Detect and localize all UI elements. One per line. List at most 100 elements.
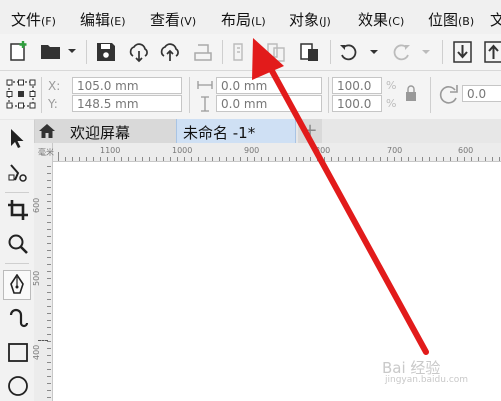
paste-icon[interactable] <box>298 41 322 63</box>
tab-untitled-document[interactable]: 未命名 -1* <box>176 119 296 143</box>
x-position-field[interactable]: 105.0 mm <box>72 77 182 94</box>
h-ruler-tick <box>205 157 206 161</box>
menu-layout[interactable]: 布局(L) <box>221 9 266 30</box>
v-ruler-tick <box>47 320 51 321</box>
v-ruler-tick <box>47 229 51 230</box>
import-icon[interactable] <box>452 40 474 64</box>
lock-ratio-icon[interactable] <box>404 84 418 104</box>
h-ruler-tick <box>303 157 304 161</box>
v-ruler-tick <box>47 236 51 237</box>
pick-tool-icon[interactable] <box>8 128 26 150</box>
crop-tool-icon[interactable] <box>7 199 29 221</box>
v-ruler-tick <box>47 397 51 398</box>
v-ruler-tick <box>47 215 51 216</box>
v-ruler-tick <box>47 278 51 279</box>
h-ruler-label: 900 <box>244 146 260 155</box>
shape-tool-icon[interactable] <box>7 162 29 184</box>
add-tab-button[interactable]: + <box>298 119 322 143</box>
redo-dropdown-icon[interactable] <box>421 47 431 57</box>
redo-icon[interactable] <box>390 41 412 63</box>
h-ruler-tick <box>191 157 192 161</box>
h-ruler-tick <box>135 157 136 161</box>
y-label: Y: <box>48 97 58 111</box>
h-ruler-tick <box>457 157 458 161</box>
tab-welcome-screen[interactable]: 欢迎屏幕 <box>34 119 176 143</box>
artistic-media-icon[interactable] <box>7 307 29 331</box>
menu-bar: 文件(F) 编辑(E) 查看(V) 布局(L) 对象(J) 效果(C) 位图(B… <box>0 0 501 35</box>
menu-edit[interactable]: 编辑(E) <box>80 9 126 30</box>
height-field[interactable]: 0.0 mm <box>216 95 322 112</box>
v-ruler-tick <box>47 376 51 377</box>
menu-file[interactable]: 文件(F) <box>11 9 56 30</box>
h-ruler-tick <box>100 157 101 161</box>
standard-toolbar <box>0 34 501 71</box>
h-ruler-tick <box>492 157 493 161</box>
document-tabs: 欢迎屏幕 未命名 -1* + <box>0 119 501 144</box>
menu-view[interactable]: 查看(V) <box>150 9 196 30</box>
ruler-guide-marker <box>38 340 48 342</box>
cloud-upload-icon[interactable] <box>158 41 182 63</box>
property-bar: X: Y: 105.0 mm 148.5 mm 0.0 mm 0.0 mm 10… <box>0 71 501 120</box>
menu-object[interactable]: 对象(J) <box>289 9 331 30</box>
v-ruler-tick <box>47 180 51 181</box>
x-label: X: <box>48 79 61 93</box>
save-icon[interactable] <box>95 41 117 63</box>
v-ruler-tick <box>47 327 51 328</box>
h-ruler-tick <box>464 157 465 161</box>
h-ruler-tick <box>107 157 108 161</box>
h-ruler-tick <box>282 157 283 161</box>
width-field[interactable]: 0.0 mm <box>216 77 322 94</box>
v-ruler-tick <box>47 299 51 300</box>
h-ruler-tick <box>450 157 451 161</box>
v-ruler-label: 400 <box>32 344 41 360</box>
rectangle-tool-icon[interactable] <box>7 342 29 364</box>
h-ruler-tick <box>268 157 269 161</box>
menu-bitmaps[interactable]: 位图(B) <box>428 9 474 30</box>
h-ruler-tick <box>275 157 276 161</box>
pen-tool-icon[interactable] <box>8 274 26 296</box>
menu-text[interactable]: 文 <box>490 9 501 30</box>
zoom-tool-icon[interactable] <box>7 233 29 255</box>
cloud-download-icon[interactable] <box>127 41 151 63</box>
h-ruler-label: 700 <box>387 146 403 155</box>
new-document-icon[interactable] <box>8 40 30 62</box>
percent-x: % <box>386 79 397 92</box>
h-ruler-tick <box>345 157 346 161</box>
h-ruler-tick <box>485 157 486 161</box>
h-ruler-tick <box>401 157 402 161</box>
v-ruler-tick <box>47 166 51 167</box>
open-folder-icon[interactable] <box>40 42 64 62</box>
undo-icon[interactable] <box>338 41 360 63</box>
v-ruler-tick <box>47 208 51 209</box>
rotation-field[interactable]: 0.0 <box>462 85 501 102</box>
cut-icon[interactable] <box>230 41 250 63</box>
menu-effects[interactable]: 效果(C) <box>358 9 404 30</box>
v-ruler-tick <box>47 383 51 384</box>
scale-y-field[interactable]: 100.0 <box>332 95 382 112</box>
chevron-down-icon[interactable] <box>67 46 77 56</box>
v-ruler-tick <box>47 173 51 174</box>
h-ruler-tick <box>387 157 388 161</box>
h-ruler-tick <box>93 157 94 161</box>
export-icon[interactable] <box>483 40 501 64</box>
h-ruler-label: 1100 <box>100 146 121 155</box>
h-ruler-tick <box>226 157 227 161</box>
height-icon <box>201 96 209 112</box>
y-position-field[interactable]: 148.5 mm <box>72 95 182 112</box>
h-ruler-tick <box>408 157 409 161</box>
h-ruler-tick <box>436 157 437 161</box>
v-ruler-tick <box>47 390 51 391</box>
h-ruler-tick <box>331 157 332 161</box>
h-ruler-tick <box>149 157 150 161</box>
h-ruler-tick <box>471 157 472 161</box>
print-icon[interactable] <box>192 41 214 63</box>
h-ruler-tick <box>429 157 430 161</box>
h-ruler-tick <box>121 157 122 161</box>
v-ruler-tick <box>47 187 51 188</box>
undo-dropdown-icon[interactable] <box>369 47 379 57</box>
object-origin-icon[interactable] <box>6 79 36 109</box>
copy-icon[interactable] <box>265 41 289 63</box>
scale-x-field[interactable]: 100.0 <box>332 77 382 94</box>
ellipse-tool-icon[interactable] <box>7 375 29 397</box>
h-ruler-tick <box>478 157 479 161</box>
